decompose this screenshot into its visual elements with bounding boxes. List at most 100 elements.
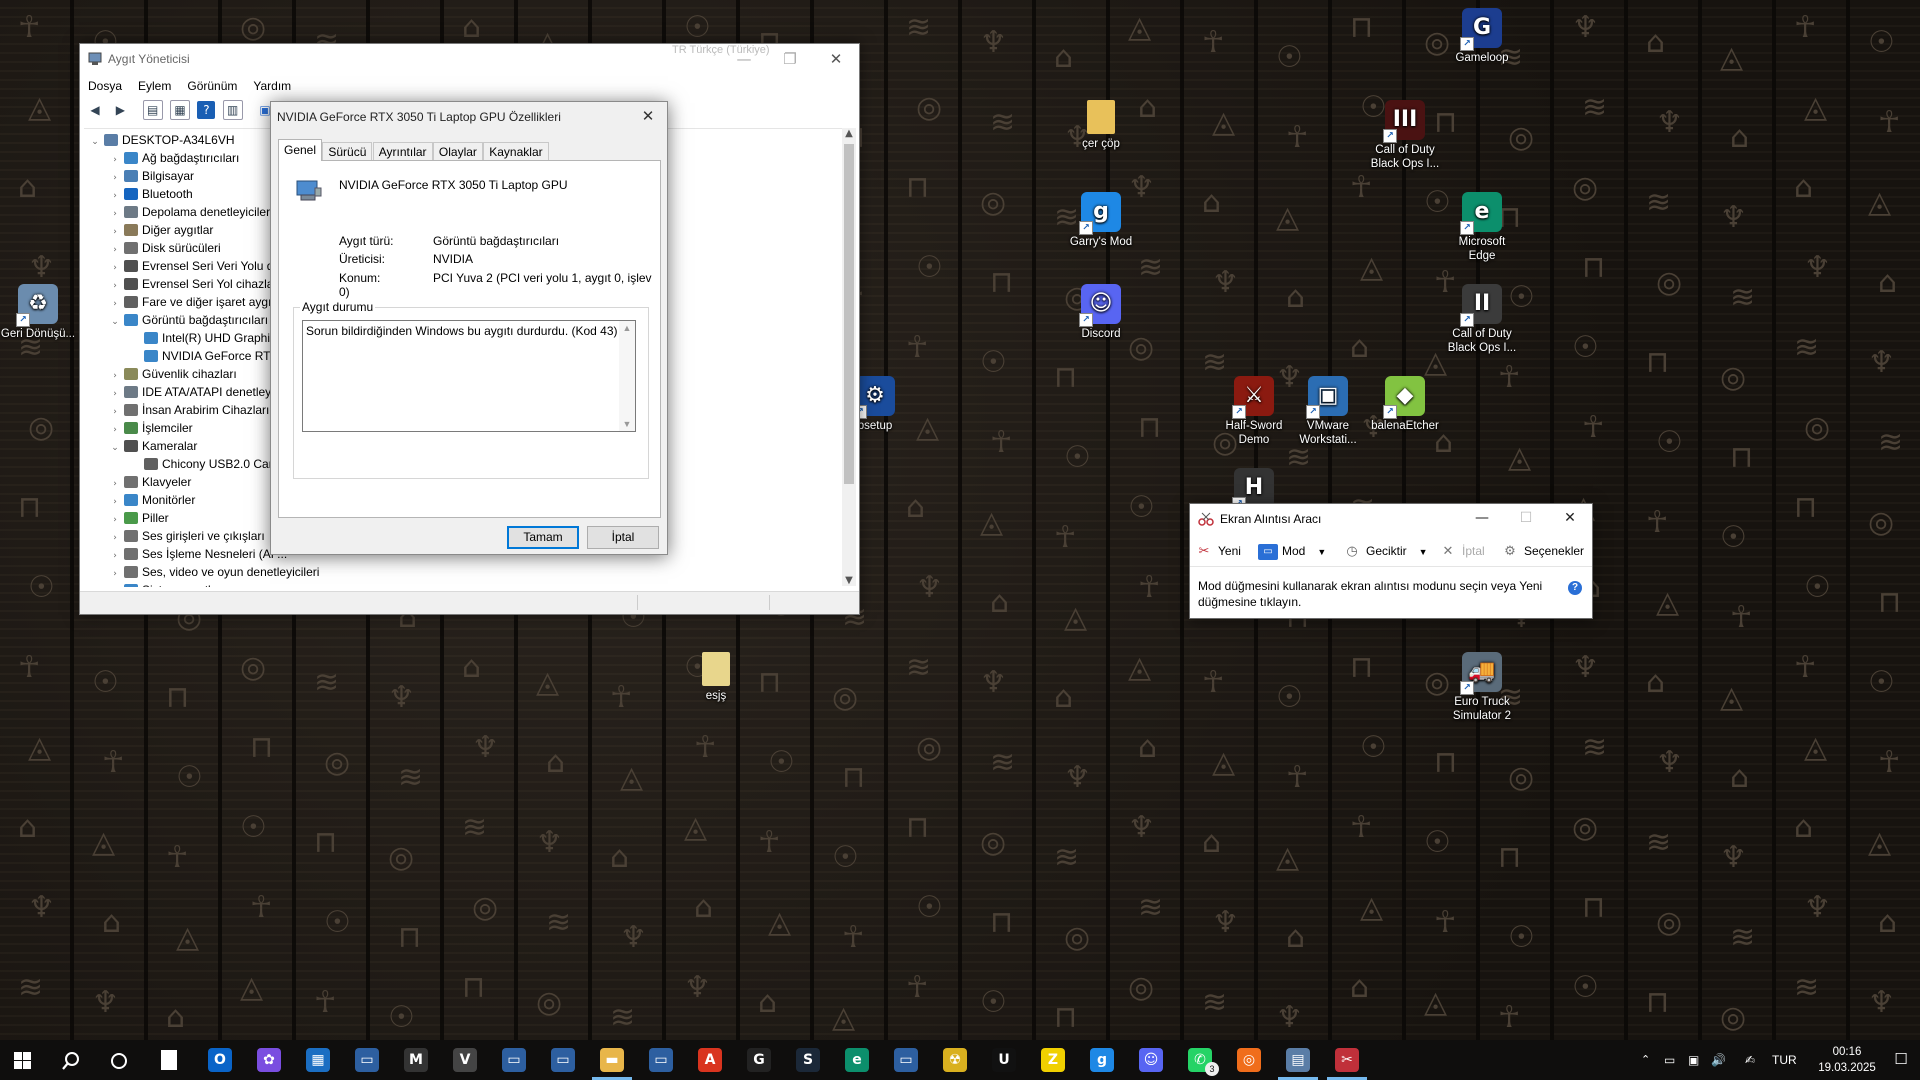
delay-button[interactable]: ◷ Geciktir ▼ (1342, 542, 1428, 560)
expand-chevron-down-icon[interactable]: ⌄ (88, 133, 102, 151)
tree-node[interactable]: ⌄ Kameralar (108, 437, 197, 455)
pen-icon[interactable]: ✍ (1745, 1040, 1755, 1080)
show-hide-tree-icon[interactable]: ▤ (142, 100, 163, 120)
ok-button[interactable]: Tamam (507, 526, 579, 549)
window2-icon[interactable]: ▭ (502, 1048, 526, 1072)
network-icon[interactable]: ▣ (1688, 1040, 1699, 1080)
discord-icon[interactable]: ☺ (1139, 1048, 1163, 1072)
cancel-snip-button[interactable]: ✕ İptal (1438, 542, 1485, 560)
help-icon[interactable]: ? (197, 101, 216, 119)
minimize-button[interactable]: — (721, 44, 767, 74)
scroll-up-icon[interactable]: ▲ (842, 128, 856, 139)
properties-icon[interactable]: ▦ (170, 100, 191, 120)
view-icon[interactable]: ▥ (222, 100, 243, 120)
tab-olaylar[interactable]: Olaylar (432, 142, 483, 161)
tree-node[interactable]: › Evrensel Seri Veri Yolu de... (108, 257, 290, 275)
tree-node[interactable]: › Güvenlik cihazları (108, 365, 237, 383)
scroll-down-icon[interactable]: ▼ (842, 575, 856, 586)
tree-node[interactable]: › Ses, video ve oyun denetleyicileri (108, 563, 319, 581)
expand-chevron-down-icon[interactable]: ⌄ (108, 439, 122, 457)
desktop-icon[interactable]: ⚔Half-Sword Demo (1216, 376, 1292, 447)
tab-kaynaklar[interactable]: Kaynaklar (483, 142, 549, 161)
notification-icon[interactable]: ☐ (1892, 1050, 1910, 1068)
expand-chevron-right-icon[interactable]: › (108, 583, 122, 587)
maximize-button[interactable]: ❐ (767, 44, 813, 74)
device-status-textbox[interactable]: Sorun bildirdiğinden Windows bu aygıtı d… (302, 320, 636, 432)
clock[interactable]: 00:16 19.03.2025 (1812, 1044, 1882, 1076)
tree-node[interactable]: › İnsan Arabirim Cihazları (108, 401, 269, 419)
expand-chevron-down-icon[interactable]: ⌄ (108, 313, 122, 331)
search-icon[interactable] (61, 1051, 81, 1071)
outlook-icon[interactable]: O (208, 1048, 232, 1072)
tree-node[interactable]: ⌄ Görüntü bağdaştırıcıları (108, 311, 268, 329)
desktop-icon[interactable]: gGarry's Mod (1063, 192, 1139, 249)
snip-icon[interactable]: ✂ (1327, 1048, 1367, 1080)
help-question-icon[interactable]: ? (1568, 581, 1582, 595)
properties-dialog[interactable]: NVIDIA GeForce RTX 3050 Ti Laptop GPU Öz… (270, 101, 668, 555)
tab-genel[interactable]: Genel (278, 139, 323, 161)
desktop-icon[interactable]: eMicrosoft Edge (1444, 192, 1520, 263)
forward-arrow-icon[interactable]: ▶ (111, 101, 129, 119)
tree-node[interactable]: › Monitörler (108, 491, 195, 509)
tree-node[interactable]: › IDE ATA/ATAPI denetleyi... (108, 383, 284, 401)
desktop-icon[interactable]: ☺Discord (1063, 284, 1139, 341)
edge-icon[interactable]: e (845, 1048, 869, 1072)
dialog-close-button[interactable]: ✕ (635, 104, 661, 128)
desktop-icon[interactable]: ▣VMware Workstati... (1290, 376, 1366, 447)
menu-eylem[interactable]: Eylem (130, 77, 179, 95)
steam-icon[interactable]: S (796, 1048, 820, 1072)
tree-node[interactable]: › Piller (108, 509, 168, 527)
gmod-icon[interactable]: g (1090, 1048, 1114, 1072)
desktop-icon[interactable]: ♻Geri Dönüşü... (0, 284, 76, 341)
tree-node[interactable]: › Evrensel Seri Yol cihazları (108, 275, 281, 293)
tree-node[interactable]: › Bilgisayar (108, 167, 194, 185)
ms-icon[interactable]: M (404, 1048, 428, 1072)
desktop-icon[interactable]: esjş (678, 652, 754, 703)
tree-node[interactable]: › Disk sürücüleri (108, 239, 221, 257)
desktop-icon[interactable]: ◆balenaEtcher (1367, 376, 1443, 433)
tab-surucu[interactable]: Sürücü (322, 142, 373, 161)
status-scrollbar[interactable]: ▲ ▼ (619, 321, 635, 431)
tree-node[interactable]: › Ses girişleri ve çıkışları (108, 527, 265, 545)
snip-minimize-button[interactable]: — (1460, 504, 1504, 532)
tree-node[interactable]: › Diğer aygıtlar (108, 221, 213, 239)
tree-node[interactable]: › Ses İşleme Nesneleri (AP... (108, 545, 287, 563)
menu-dosya[interactable]: Dosya (80, 77, 130, 95)
desktop-icon[interactable]: IIICall of Duty Black Ops I... (1367, 100, 1443, 171)
tab-ayrintilar[interactable]: Ayrıntılar (372, 142, 433, 161)
tree-node[interactable]: › İşlemciler (108, 419, 192, 437)
explorer-icon[interactable]: ▬ (592, 1048, 632, 1080)
radiation-icon[interactable]: ☢ (943, 1048, 967, 1072)
desktop-icon[interactable]: çer çöp (1063, 100, 1139, 151)
status-scroll-down-icon[interactable]: ▼ (619, 419, 635, 429)
mode-chevron-down-icon[interactable]: ▼ (1317, 547, 1326, 557)
tree-node[interactable]: › Sistem aygıtları (108, 581, 225, 587)
tree-node[interactable]: › Bluetooth (108, 185, 193, 203)
unreal-icon[interactable]: U (992, 1048, 1016, 1072)
tray-bluetooth-icon[interactable]: ▭ (1664, 1040, 1675, 1080)
cancel-button[interactable]: İptal (587, 526, 659, 549)
z-icon[interactable]: Z (1041, 1048, 1065, 1072)
tree-node[interactable]: ⌄ DESKTOP-A34L6VH (88, 131, 234, 151)
origin-icon[interactable]: ◎ (1237, 1048, 1261, 1072)
new-snip-button[interactable]: ✂ Yeni (1194, 542, 1241, 560)
avast-icon[interactable]: A (698, 1048, 722, 1072)
tree-node[interactable]: › Depolama denetleyicileri (108, 203, 273, 221)
window4-icon[interactable]: ▭ (649, 1048, 673, 1072)
desktop-icon[interactable]: 🚚Euro Truck Simulator 2 (1444, 652, 1520, 723)
snip-maximize-button[interactable]: ☐ (1504, 504, 1548, 532)
delay-chevron-down-icon[interactable]: ▼ (1419, 547, 1428, 557)
store-icon[interactable]: ▦ (306, 1048, 330, 1072)
close-button[interactable]: ✕ (813, 44, 859, 74)
file-icon[interactable] (161, 1050, 177, 1070)
status-scroll-up-icon[interactable]: ▲ (619, 323, 635, 333)
desktop-icon[interactable]: IICall of Duty Black Ops I... (1444, 284, 1520, 355)
tray-chevron-up-icon[interactable]: ⌃ (1641, 1040, 1650, 1080)
window-icon[interactable]: ▭ (355, 1048, 379, 1072)
cortana-icon[interactable] (110, 1052, 128, 1070)
snip-close-button[interactable]: ✕ (1548, 504, 1592, 532)
menu-yardim[interactable]: Yardım (245, 77, 299, 95)
tree-node[interactable]: › Ağ bağdaştırıcıları (108, 149, 239, 167)
language-indicator-tray[interactable]: TUR (1772, 1040, 1797, 1080)
options-button[interactable]: ⚙ Seçenekler (1500, 542, 1584, 560)
